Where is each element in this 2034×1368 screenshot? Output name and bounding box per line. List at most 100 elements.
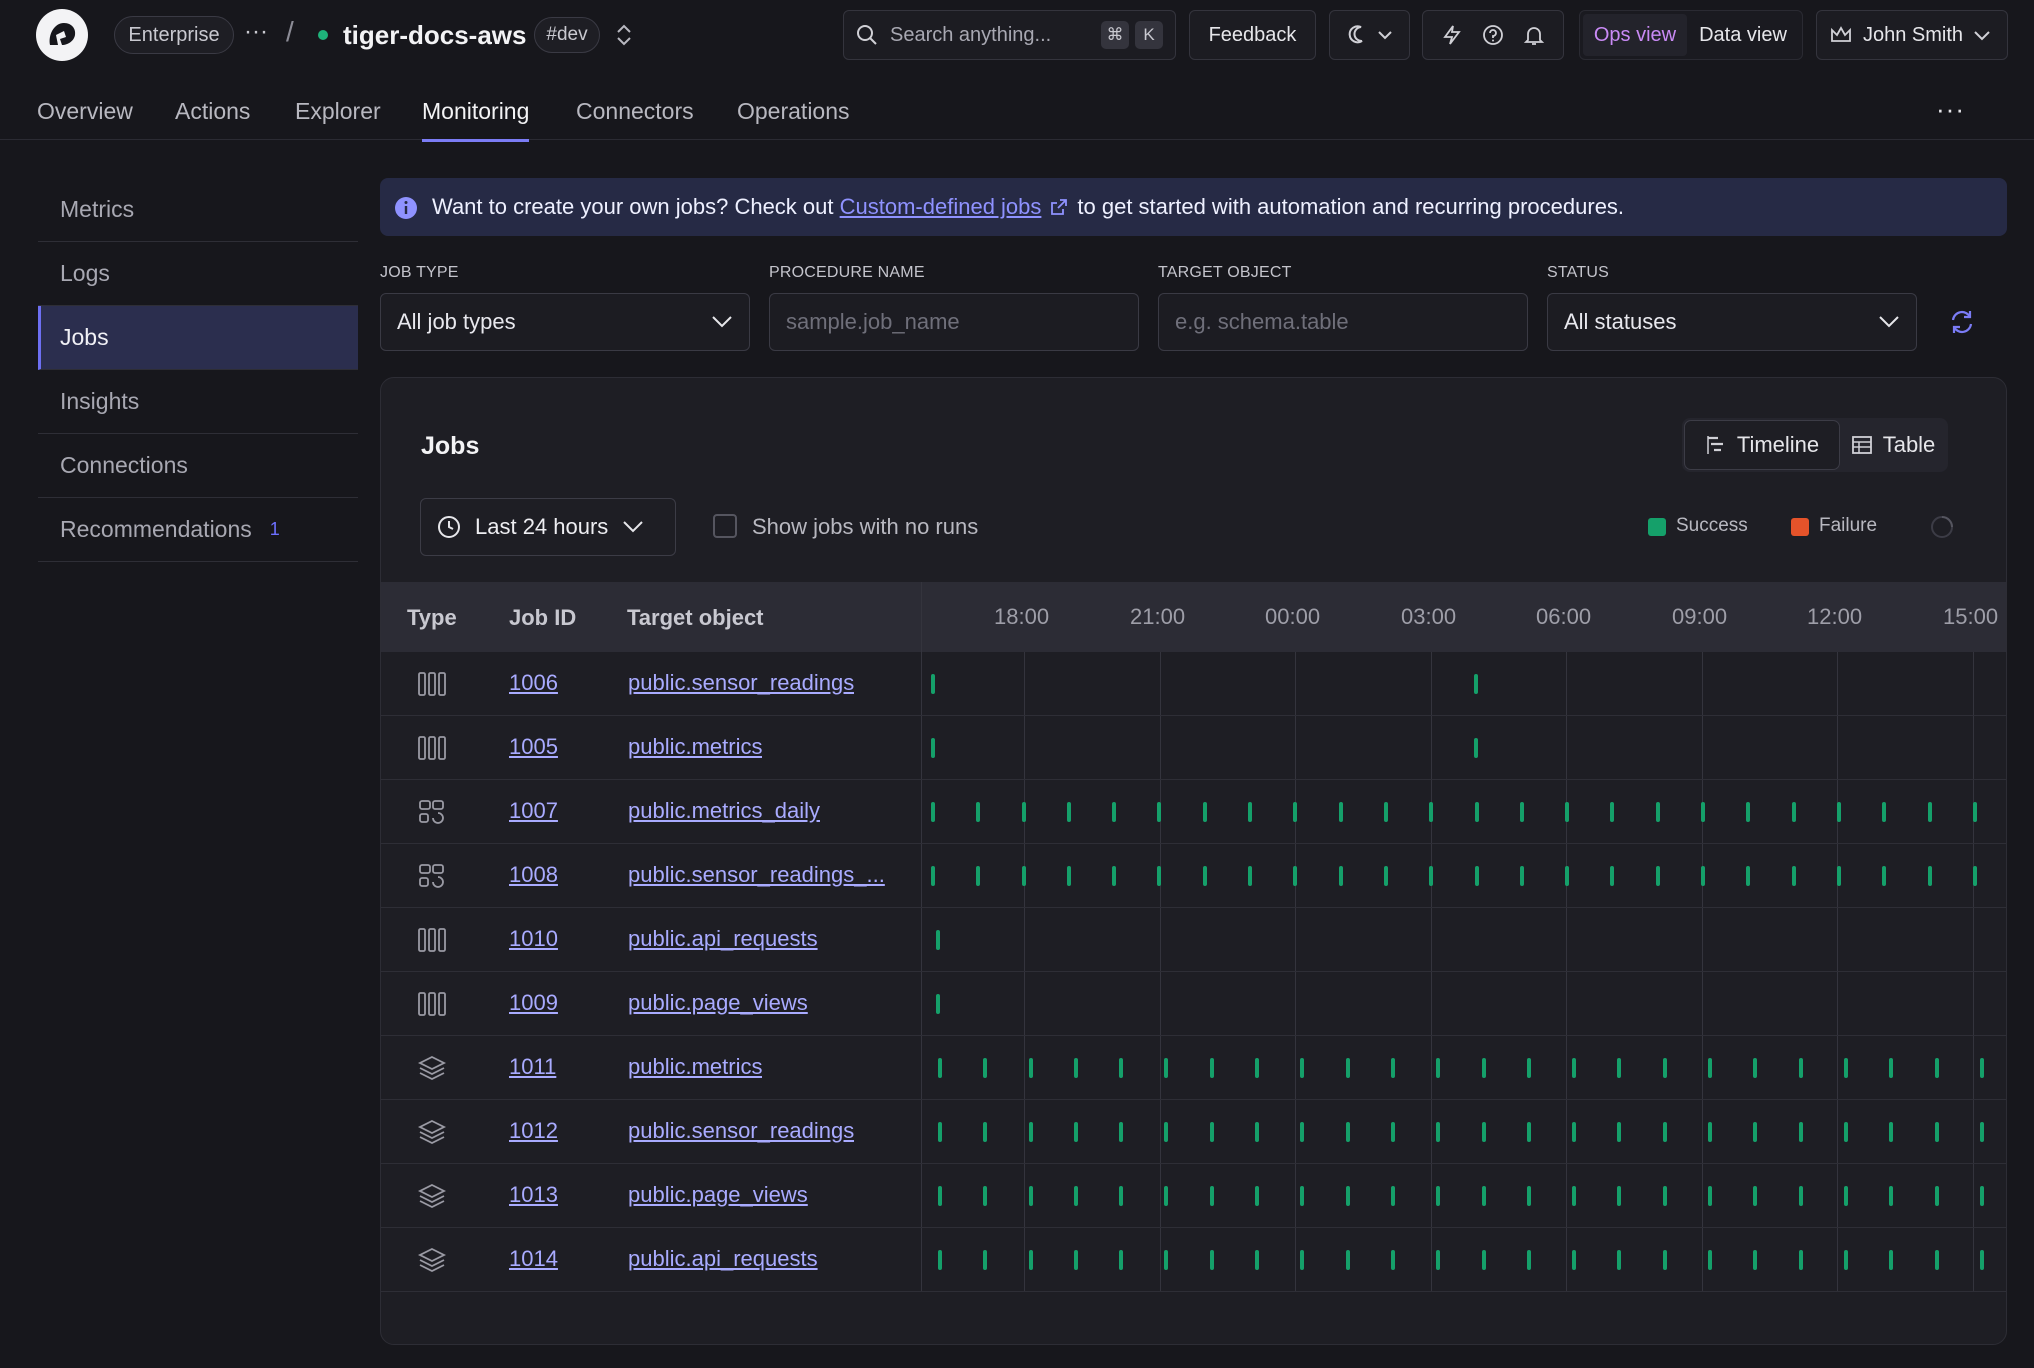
job-run-success-marker[interactable] xyxy=(976,802,980,822)
job-run-success-marker[interactable] xyxy=(1300,1186,1304,1206)
job-run-success-marker[interactable] xyxy=(938,1058,942,1078)
job-run-success-marker[interactable] xyxy=(1248,802,1252,822)
job-run-success-marker[interactable] xyxy=(1527,1058,1531,1078)
job-run-success-marker[interactable] xyxy=(931,674,935,694)
job-run-success-marker[interactable] xyxy=(1203,866,1207,886)
job-run-success-marker[interactable] xyxy=(1708,1122,1712,1142)
job-run-success-marker[interactable] xyxy=(1610,866,1614,886)
job-id-link[interactable]: 1011 xyxy=(509,1054,556,1080)
job-run-success-marker[interactable] xyxy=(1844,1250,1848,1270)
job-run-success-marker[interactable] xyxy=(1067,866,1071,886)
job-run-success-marker[interactable] xyxy=(1164,1250,1168,1270)
job-id-link[interactable]: 1008 xyxy=(509,862,558,888)
job-run-success-marker[interactable] xyxy=(1980,1058,1984,1078)
job-run-success-marker[interactable] xyxy=(1391,1250,1395,1270)
job-run-success-marker[interactable] xyxy=(1164,1122,1168,1142)
job-run-success-marker[interactable] xyxy=(1346,1250,1350,1270)
job-run-success-marker[interactable] xyxy=(1882,866,1886,886)
job-run-success-marker[interactable] xyxy=(1928,802,1932,822)
data-view-button[interactable]: Data view xyxy=(1687,14,1799,56)
custom-jobs-link[interactable]: Custom-defined jobs xyxy=(840,194,1042,220)
job-run-success-marker[interactable] xyxy=(1391,1122,1395,1142)
more-options-icon[interactable]: ··· xyxy=(1936,94,1965,125)
job-run-success-marker[interactable] xyxy=(1656,802,1660,822)
job-run-success-marker[interactable] xyxy=(931,802,935,822)
job-type-select[interactable]: All job types xyxy=(380,293,750,351)
lightning-icon[interactable] xyxy=(1441,24,1463,46)
job-run-success-marker[interactable] xyxy=(1799,1186,1803,1206)
job-run-success-marker[interactable] xyxy=(936,994,940,1014)
job-run-success-marker[interactable] xyxy=(1474,738,1478,758)
job-run-success-marker[interactable] xyxy=(1429,866,1433,886)
job-run-success-marker[interactable] xyxy=(1300,1250,1304,1270)
job-run-success-marker[interactable] xyxy=(1980,1250,1984,1270)
job-run-success-marker[interactable] xyxy=(1799,1250,1803,1270)
job-id-link[interactable]: 1014 xyxy=(509,1246,558,1272)
job-run-success-marker[interactable] xyxy=(1119,1250,1123,1270)
job-run-success-marker[interactable] xyxy=(1384,802,1388,822)
job-run-success-marker[interactable] xyxy=(1973,866,1977,886)
tab-overview[interactable]: Overview xyxy=(37,98,133,125)
job-run-success-marker[interactable] xyxy=(936,930,940,950)
procedure-name-input[interactable] xyxy=(786,309,1122,335)
job-run-success-marker[interactable] xyxy=(1210,1122,1214,1142)
job-run-success-marker[interactable] xyxy=(983,1058,987,1078)
job-run-success-marker[interactable] xyxy=(1663,1058,1667,1078)
job-run-success-marker[interactable] xyxy=(1475,866,1479,886)
tiger-logo-icon[interactable] xyxy=(36,9,88,61)
job-run-success-marker[interactable] xyxy=(1746,866,1750,886)
sidebar-item-logs[interactable]: Logs xyxy=(38,242,358,306)
search-bar[interactable]: Search anything... ⌘ K xyxy=(843,10,1176,60)
job-run-success-marker[interactable] xyxy=(1293,866,1297,886)
job-run-success-marker[interactable] xyxy=(1248,866,1252,886)
job-run-success-marker[interactable] xyxy=(1656,866,1660,886)
help-icon[interactable] xyxy=(1482,24,1504,46)
job-run-success-marker[interactable] xyxy=(1029,1122,1033,1142)
tab-actions[interactable]: Actions xyxy=(175,98,250,125)
target-object-link[interactable]: public.page_views xyxy=(628,1182,808,1208)
job-run-success-marker[interactable] xyxy=(1210,1250,1214,1270)
job-run-success-marker[interactable] xyxy=(931,866,935,886)
job-run-success-marker[interactable] xyxy=(1663,1250,1667,1270)
timeline-view-button[interactable]: Timeline xyxy=(1684,420,1840,470)
job-run-success-marker[interactable] xyxy=(1339,802,1343,822)
job-run-success-marker[interactable] xyxy=(1119,1122,1123,1142)
job-run-success-marker[interactable] xyxy=(1022,866,1026,886)
job-run-success-marker[interactable] xyxy=(1935,1058,1939,1078)
job-run-success-marker[interactable] xyxy=(1112,866,1116,886)
job-run-success-marker[interactable] xyxy=(1384,866,1388,886)
job-run-success-marker[interactable] xyxy=(1701,866,1705,886)
job-run-success-marker[interactable] xyxy=(1164,1186,1168,1206)
job-run-success-marker[interactable] xyxy=(1935,1250,1939,1270)
job-run-success-marker[interactable] xyxy=(1527,1186,1531,1206)
job-run-success-marker[interactable] xyxy=(1074,1250,1078,1270)
tab-monitoring[interactable]: Monitoring xyxy=(422,98,530,142)
job-run-success-marker[interactable] xyxy=(983,1186,987,1206)
job-id-link[interactable]: 1009 xyxy=(509,990,558,1016)
target-object-link[interactable]: public.metrics xyxy=(628,734,762,760)
target-object-link[interactable]: public.metrics xyxy=(628,1054,762,1080)
job-run-success-marker[interactable] xyxy=(1935,1122,1939,1142)
job-id-link[interactable]: 1006 xyxy=(509,670,558,696)
sidebar-item-insights[interactable]: Insights xyxy=(38,370,358,434)
job-run-success-marker[interactable] xyxy=(1074,1122,1078,1142)
job-run-success-marker[interactable] xyxy=(1300,1058,1304,1078)
status-select[interactable]: All statuses xyxy=(1547,293,1917,351)
job-run-success-marker[interactable] xyxy=(1708,1250,1712,1270)
job-run-success-marker[interactable] xyxy=(938,1122,942,1142)
job-run-success-marker[interactable] xyxy=(1436,1122,1440,1142)
service-switcher-icon[interactable] xyxy=(612,22,636,53)
job-run-success-marker[interactable] xyxy=(1882,802,1886,822)
job-run-success-marker[interactable] xyxy=(1475,802,1479,822)
job-run-success-marker[interactable] xyxy=(1889,1250,1893,1270)
job-run-success-marker[interactable] xyxy=(1617,1186,1621,1206)
job-id-link[interactable]: 1012 xyxy=(509,1118,558,1144)
job-run-success-marker[interactable] xyxy=(1029,1250,1033,1270)
job-run-success-marker[interactable] xyxy=(1119,1058,1123,1078)
job-run-success-marker[interactable] xyxy=(1753,1058,1757,1078)
job-run-success-marker[interactable] xyxy=(1572,1186,1576,1206)
job-run-success-marker[interactable] xyxy=(1112,802,1116,822)
job-run-success-marker[interactable] xyxy=(1844,1122,1848,1142)
target-object-link[interactable]: public.api_requests xyxy=(628,1246,818,1272)
job-run-success-marker[interactable] xyxy=(1889,1186,1893,1206)
